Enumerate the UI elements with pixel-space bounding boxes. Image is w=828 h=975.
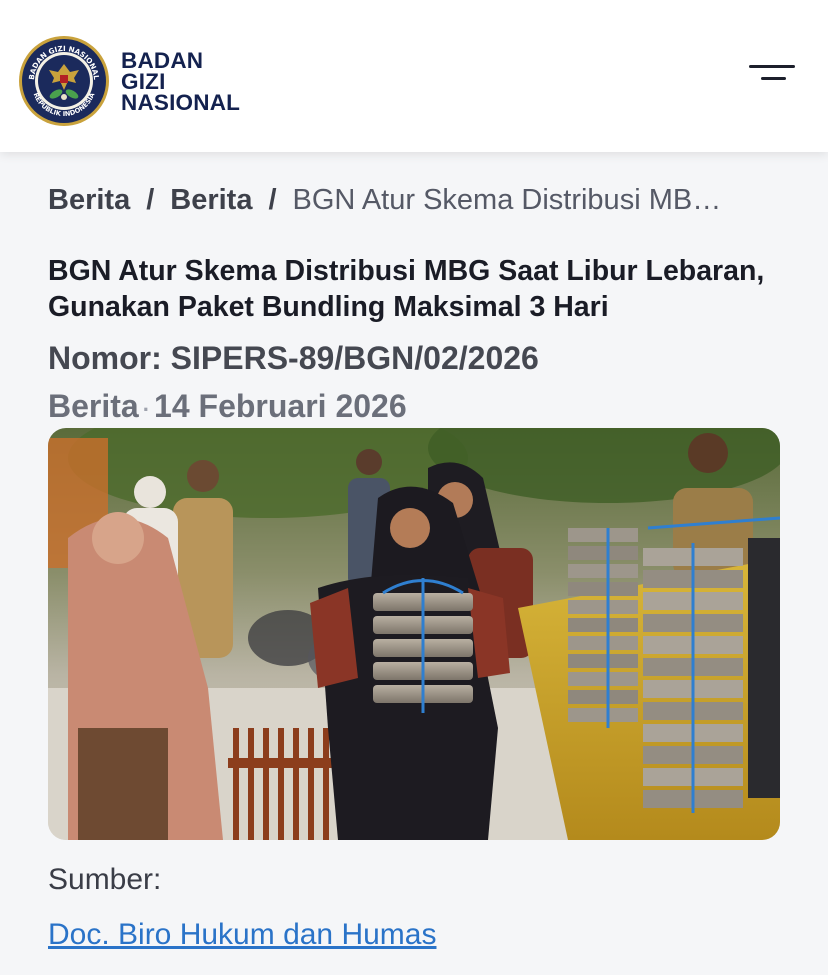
menu-bar-top	[749, 65, 795, 68]
press-release-number: Nomor: SIPERS-89/BGN/02/2026	[48, 340, 539, 376]
site-logo[interactable]: BADAN GIZI NASIONAL REPUBLIK INDONESIA B…	[17, 34, 240, 128]
breadcrumb-current: BGN Atur Skema Distribusi MB…	[292, 184, 722, 216]
hamburger-menu-icon[interactable]	[744, 58, 800, 88]
article-date: 14 Februari 2026	[154, 388, 407, 424]
breadcrumb-separator: /	[268, 184, 277, 216]
breadcrumb-separator: /	[146, 184, 155, 216]
site-header: BADAN GIZI NASIONAL REPUBLIK INDONESIA B…	[0, 0, 828, 152]
article-title: BGN Atur Skema Distribusi MBG Saat Libur…	[48, 255, 765, 323]
brand-wordmark: BADAN GIZI NASIONAL	[121, 47, 241, 115]
breadcrumb: Berita / Berita / BGN Atur Skema Distribusi …	[48, 184, 768, 217]
source-label: Sumber:	[48, 863, 162, 896]
breadcrumb-item-berita[interactable]: Berita	[48, 184, 130, 216]
photo-students-meal-boxes	[48, 428, 780, 840]
brand-line-1: BADAN	[121, 47, 204, 73]
article-photo	[48, 428, 780, 840]
brand-line-3: NASIONAL	[121, 89, 241, 115]
source-link[interactable]: Doc. Biro Hukum dan Humas	[48, 918, 436, 952]
article-category[interactable]: Berita	[48, 388, 139, 424]
article-meta: Berita · 14 Februari 2026	[48, 388, 407, 425]
bgn-seal-icon: BADAN GIZI NASIONAL REPUBLIK INDONESIA	[19, 36, 109, 126]
breadcrumb-item-berita-2[interactable]: Berita	[170, 184, 252, 216]
meta-separator: ·	[142, 397, 151, 422]
menu-bar-bottom	[761, 77, 786, 80]
brand-line-2: GIZI	[121, 68, 166, 94]
